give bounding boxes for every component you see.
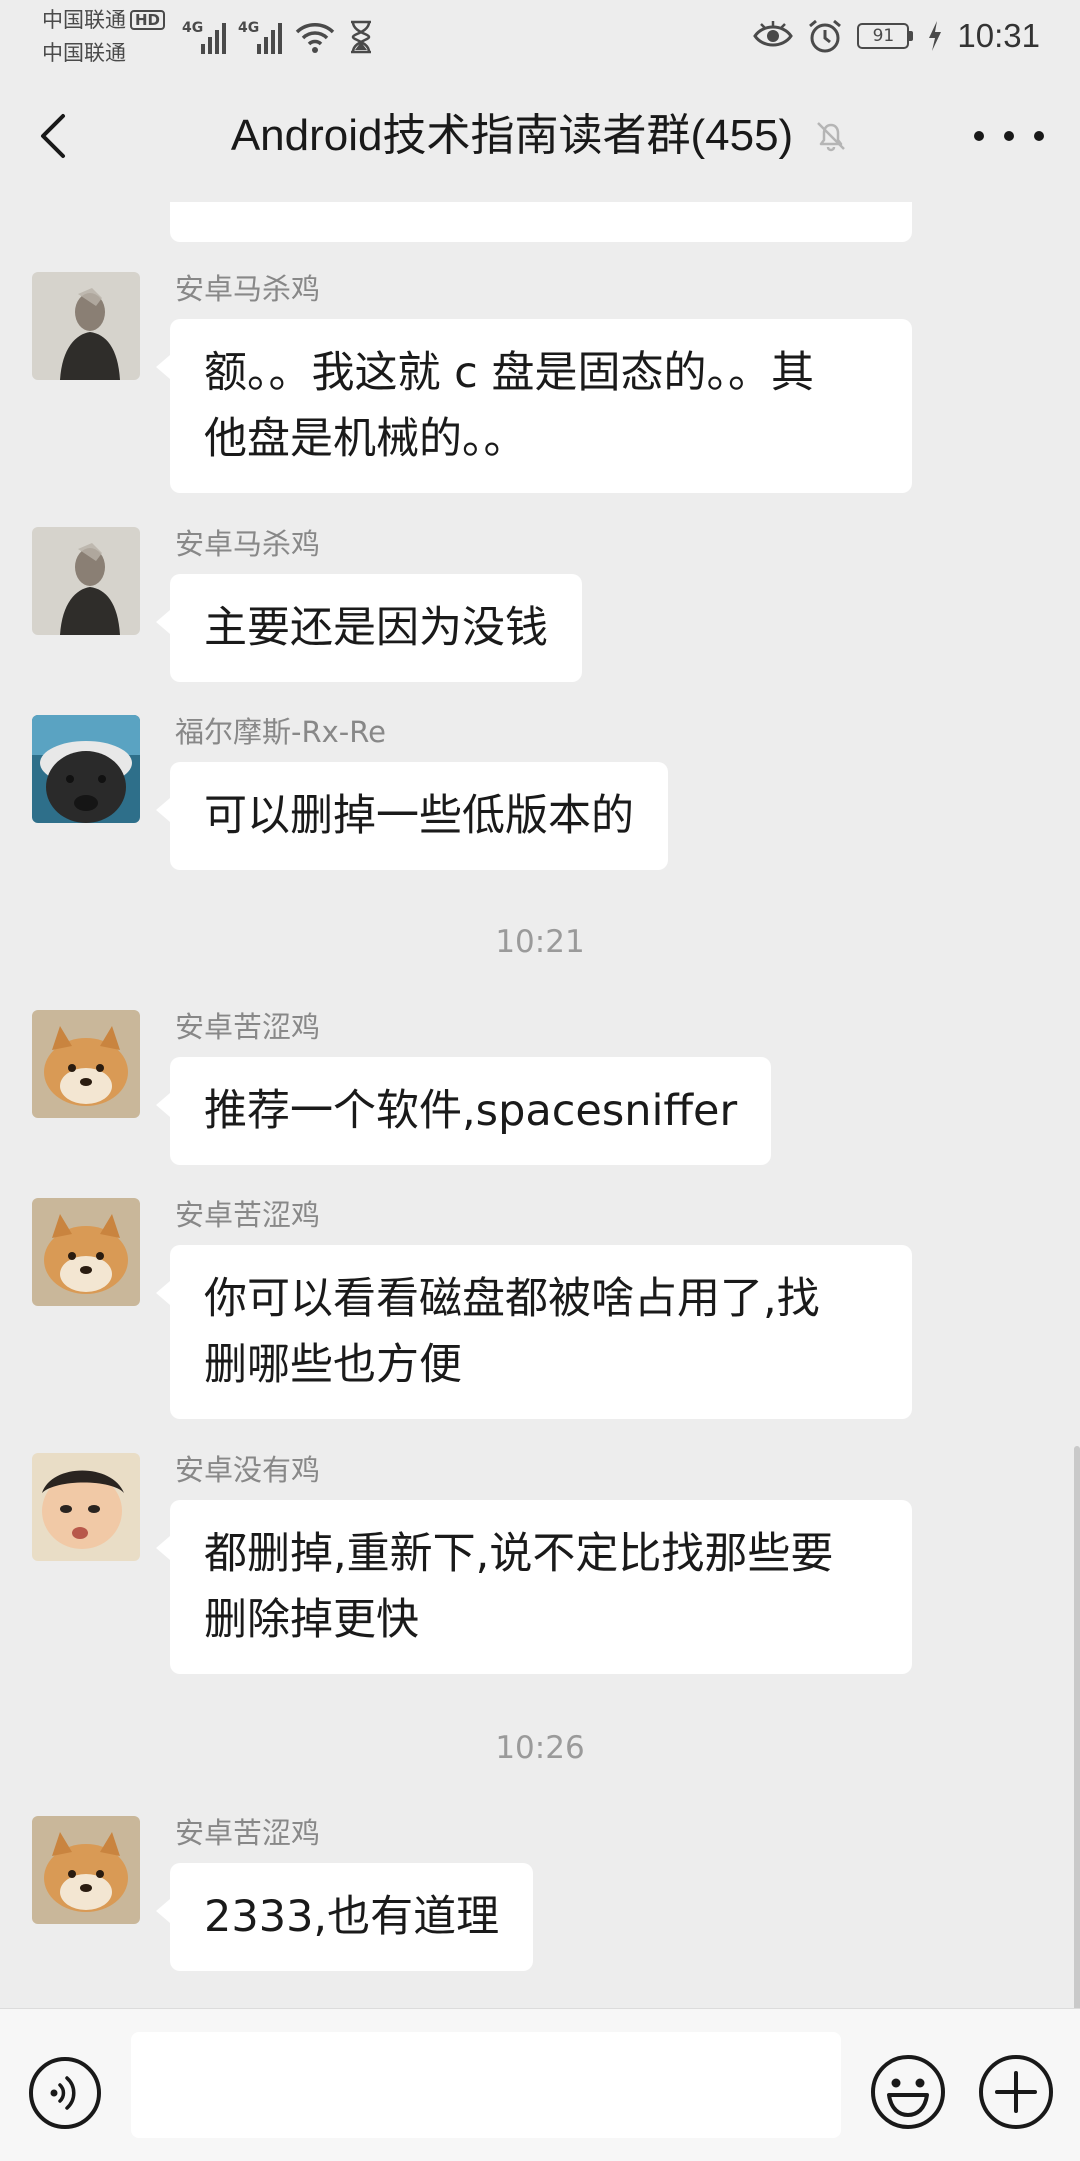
eye-icon	[753, 21, 794, 47]
signal-icons: 4G 4G	[182, 16, 374, 54]
bell-muted-icon	[817, 122, 846, 152]
time-separator: 10:21	[495, 924, 585, 960]
avatar[interactable]	[32, 715, 140, 823]
hourglass-icon	[351, 20, 371, 54]
chat-messages[interactable]: 盘的目录, 安卓马杀鸡 额。。我这就 c 盘是固态的。。其 他盘是机械的。。	[0, 202, 1080, 2008]
sender-name: 安卓苦涩鸡	[175, 1816, 321, 1850]
voice-input-icon[interactable]	[27, 2055, 103, 2131]
sender-name: 安卓马杀鸡	[175, 272, 321, 306]
message-bubble[interactable]: 推荐一个软件,spacesniffer	[155, 1057, 772, 1165]
sender-name: 福尔摩斯-Rx-Re	[175, 715, 386, 749]
message-line: 主要还是因为没钱	[204, 603, 548, 653]
message-bubble[interactable]: 都删掉,重新下,说不定比找那些要 删除掉更快	[156, 1500, 912, 1674]
chat-header: Android技术指南读者群(455)	[0, 70, 1080, 202]
avatar[interactable]	[32, 272, 140, 380]
message-line: 额。。我这就 c 盘是固态的。。其	[204, 348, 814, 398]
chat-scrollbar[interactable]	[1074, 1446, 1080, 2008]
sender-name: 安卓没有鸡	[175, 1453, 321, 1487]
plus-icon[interactable]	[977, 2053, 1055, 2131]
message-line: 都删掉,重新下,说不定比找那些要	[204, 1529, 834, 1579]
message-line: 删除掉更快	[204, 1595, 419, 1645]
input-bar	[0, 2008, 1080, 2161]
avatar[interactable]	[32, 1198, 140, 1306]
carrier-1-label: 中国联通	[42, 8, 126, 32]
more-dots-icon[interactable]	[974, 116, 1044, 156]
message-input[interactable]	[131, 2032, 841, 2138]
sender-name: 安卓苦涩鸡	[175, 1198, 321, 1232]
sender-name: 安卓马杀鸡	[175, 527, 321, 561]
chat-title-row: Android技术指南读者群(455)	[0, 108, 1080, 164]
hd-badge: HD	[130, 10, 166, 30]
signal-1-icon: 4G	[182, 20, 226, 54]
message-bubble[interactable]: 你可以看看磁盘都被啥占用了,找 删哪些也方便	[156, 1245, 912, 1419]
avatar[interactable]	[32, 1010, 140, 1118]
time-separator: 10:26	[495, 1730, 585, 1766]
partial-message-bubble[interactable]: 盘的目录,	[170, 202, 912, 242]
sender-name: 安卓苦涩鸡	[175, 1010, 321, 1044]
message-bubble[interactable]: 主要还是因为没钱	[156, 574, 582, 682]
message-line: 可以删掉一些低版本的	[204, 791, 634, 841]
battery-icon: 91	[857, 23, 914, 49]
avatar[interactable]	[32, 1816, 140, 1924]
emoji-icon[interactable]	[869, 2053, 947, 2131]
message-line: 推荐一个软件,spacesniffer	[204, 1086, 738, 1136]
charging-icon	[929, 21, 942, 51]
message-bubble[interactable]: 可以删掉一些低版本的	[156, 762, 668, 870]
carrier-1: 中国联通 HD	[42, 8, 166, 32]
message-line: 你可以看看磁盘都被啥占用了,找	[204, 1274, 820, 1324]
chat-title[interactable]: Android技术指南读者群(455)	[231, 108, 793, 164]
signal-2-icon: 4G	[238, 20, 282, 54]
message-line: 2333,也有道理	[204, 1892, 500, 1942]
alarm-icon	[809, 19, 842, 53]
battery-level: 91	[857, 23, 910, 49]
message-line: 删哪些也方便	[204, 1340, 462, 1390]
status-right: 91 10:31	[753, 12, 1040, 60]
status-bar: 中国联通 HD 中国联通 4G 4G 91 10:31	[0, 0, 1080, 70]
message-bubble[interactable]: 2333,也有道理	[155, 1863, 534, 1971]
status-time: 10:31	[957, 17, 1040, 54]
message-line: 他盘是机械的。。	[204, 414, 527, 464]
avatar[interactable]	[32, 527, 140, 635]
avatar[interactable]	[32, 1453, 140, 1561]
message-bubble[interactable]: 额。。我这就 c 盘是固态的。。其 他盘是机械的。。	[156, 319, 912, 493]
wifi-icon	[295, 23, 335, 53]
partial-message-text: 盘的目录,	[204, 202, 390, 210]
carrier-2: 中国联通	[42, 41, 126, 65]
